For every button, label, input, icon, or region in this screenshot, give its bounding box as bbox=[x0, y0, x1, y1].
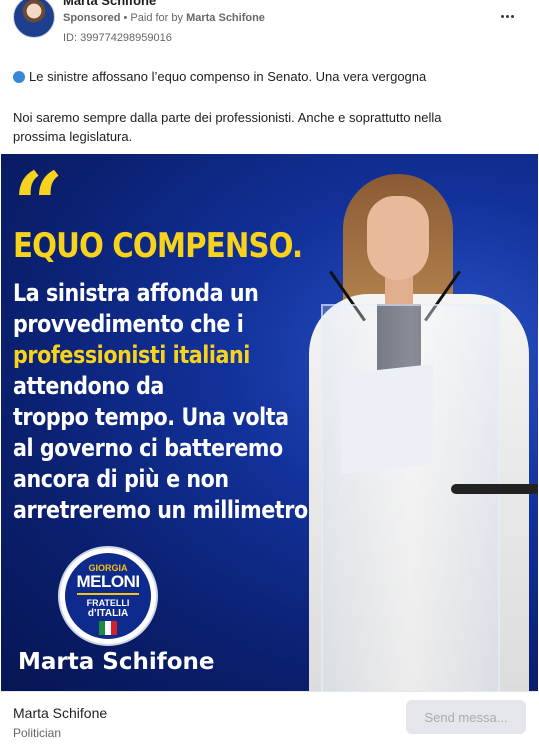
claim-line: arretreremo un millimetro bbox=[13, 496, 308, 524]
creative-headline: EQUO COMPENSO. bbox=[13, 226, 303, 266]
advertiser-avatar[interactable] bbox=[13, 0, 55, 38]
ad-card: Marta Schifone Sponsored • Paid for by M… bbox=[0, 0, 539, 749]
post-text-line2: Noi saremo sempre dalla parte dei profes… bbox=[13, 110, 442, 144]
post-text-line1: Le sinistre affossano l’equo compenso in… bbox=[13, 69, 426, 84]
paid-for-prefix: • Paid for by bbox=[123, 12, 184, 24]
tricolor-flame-icon bbox=[99, 621, 117, 635]
camera-microphone-icon bbox=[451, 484, 538, 494]
claim-line: al governo ci batteremo bbox=[13, 434, 283, 462]
footer-category: Politician bbox=[13, 726, 62, 740]
logo-party-line2: d’ITALIA bbox=[87, 608, 129, 619]
logo-name: MELONI bbox=[76, 572, 140, 591]
claim-line: troppo tempo. Una volta bbox=[13, 403, 289, 431]
claim-line: attendono da bbox=[13, 372, 164, 400]
send-message-button[interactable]: Send messa... bbox=[406, 700, 526, 734]
logo-party-line1: FRATELLI bbox=[86, 598, 130, 608]
claim-line: provvedimento che i bbox=[13, 310, 244, 338]
more-options-icon[interactable] bbox=[494, 6, 520, 26]
ad-footer: Marta Schifone Politician Send messa... bbox=[0, 691, 539, 749]
claim-line: La sinistra affonda un bbox=[13, 279, 259, 307]
speech-paper bbox=[341, 364, 433, 474]
footer-page-name[interactable]: Marta Schifone bbox=[13, 705, 107, 721]
post-text-line1-content: Le sinistre affossano l’equo compenso in… bbox=[29, 69, 427, 84]
sponsored-label: Sponsored bbox=[63, 12, 121, 24]
party-logo: GIORGIA MELONI FRATELLI d’ITALIA bbox=[58, 546, 158, 646]
sponsored-line: Sponsored • Paid for by Marta Schifone bbox=[63, 12, 265, 24]
blue-circle-icon bbox=[13, 70, 25, 83]
speaker-photo bbox=[301, 174, 538, 691]
podium bbox=[321, 304, 500, 691]
creative-candidate-name: Marta Schifone bbox=[18, 649, 215, 675]
advertiser-name[interactable]: Marta Schifone bbox=[63, 0, 156, 8]
ad-creative-image[interactable]: “ EQUO COMPENSO. La sinistra affonda un … bbox=[1, 154, 538, 691]
claim-line: ancora di più e non bbox=[13, 465, 229, 493]
ad-id: ID: 399774298959016 bbox=[63, 32, 172, 44]
claim-line-highlight: professionisti italiani bbox=[13, 341, 250, 369]
paid-for-name: Marta Schifone bbox=[186, 12, 265, 24]
